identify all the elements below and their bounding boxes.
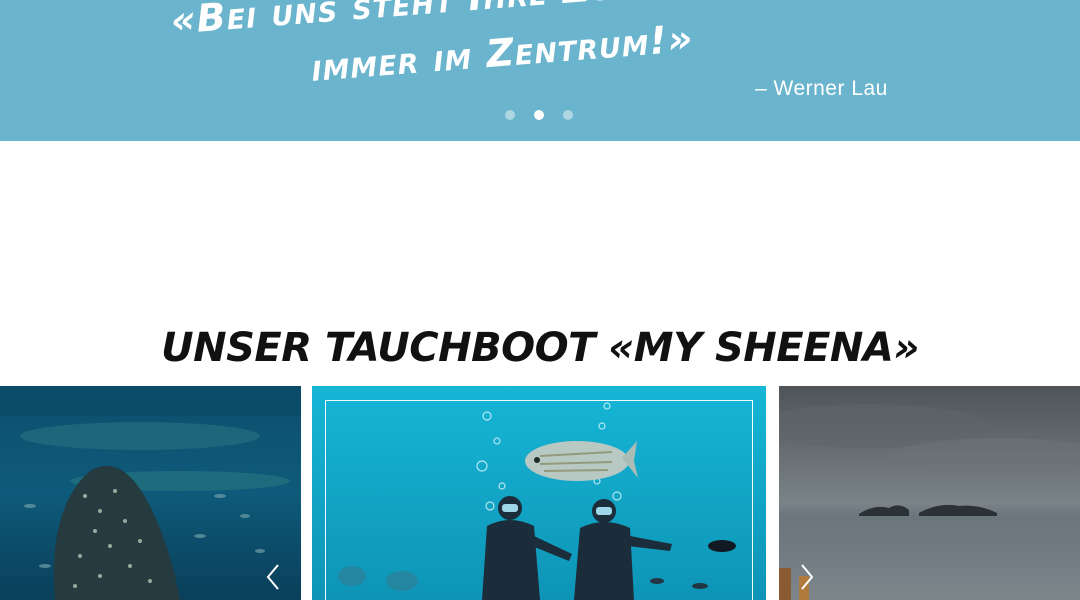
gallery-image-divers[interactable] — [312, 386, 766, 600]
carousel-prev-button[interactable] — [258, 557, 288, 597]
slider-dot-2[interactable] — [534, 110, 544, 120]
chevron-right-icon — [801, 564, 814, 590]
gallery-image-sea-view[interactable] — [779, 386, 1080, 600]
testimonial-banner: «Bei uns steht Ihre Zufriedenheit immer … — [0, 0, 1080, 141]
chevron-left-icon — [266, 564, 279, 590]
slider-pagination — [505, 110, 573, 120]
testimonial-author: – Werner Lau — [755, 77, 888, 100]
gallery-image-whale-shark[interactable] — [0, 386, 301, 600]
carousel-next-button[interactable] — [792, 557, 822, 597]
image-frame — [325, 400, 753, 600]
slider-dot-3[interactable] — [563, 110, 573, 120]
slider-dot-1[interactable] — [505, 110, 515, 120]
section-title: UNSER TAUCHBOOT «MY SHEENA» — [161, 325, 919, 371]
testimonial-quote: «Bei uns steht Ihre Zufriedenheit immer … — [169, 0, 826, 90]
